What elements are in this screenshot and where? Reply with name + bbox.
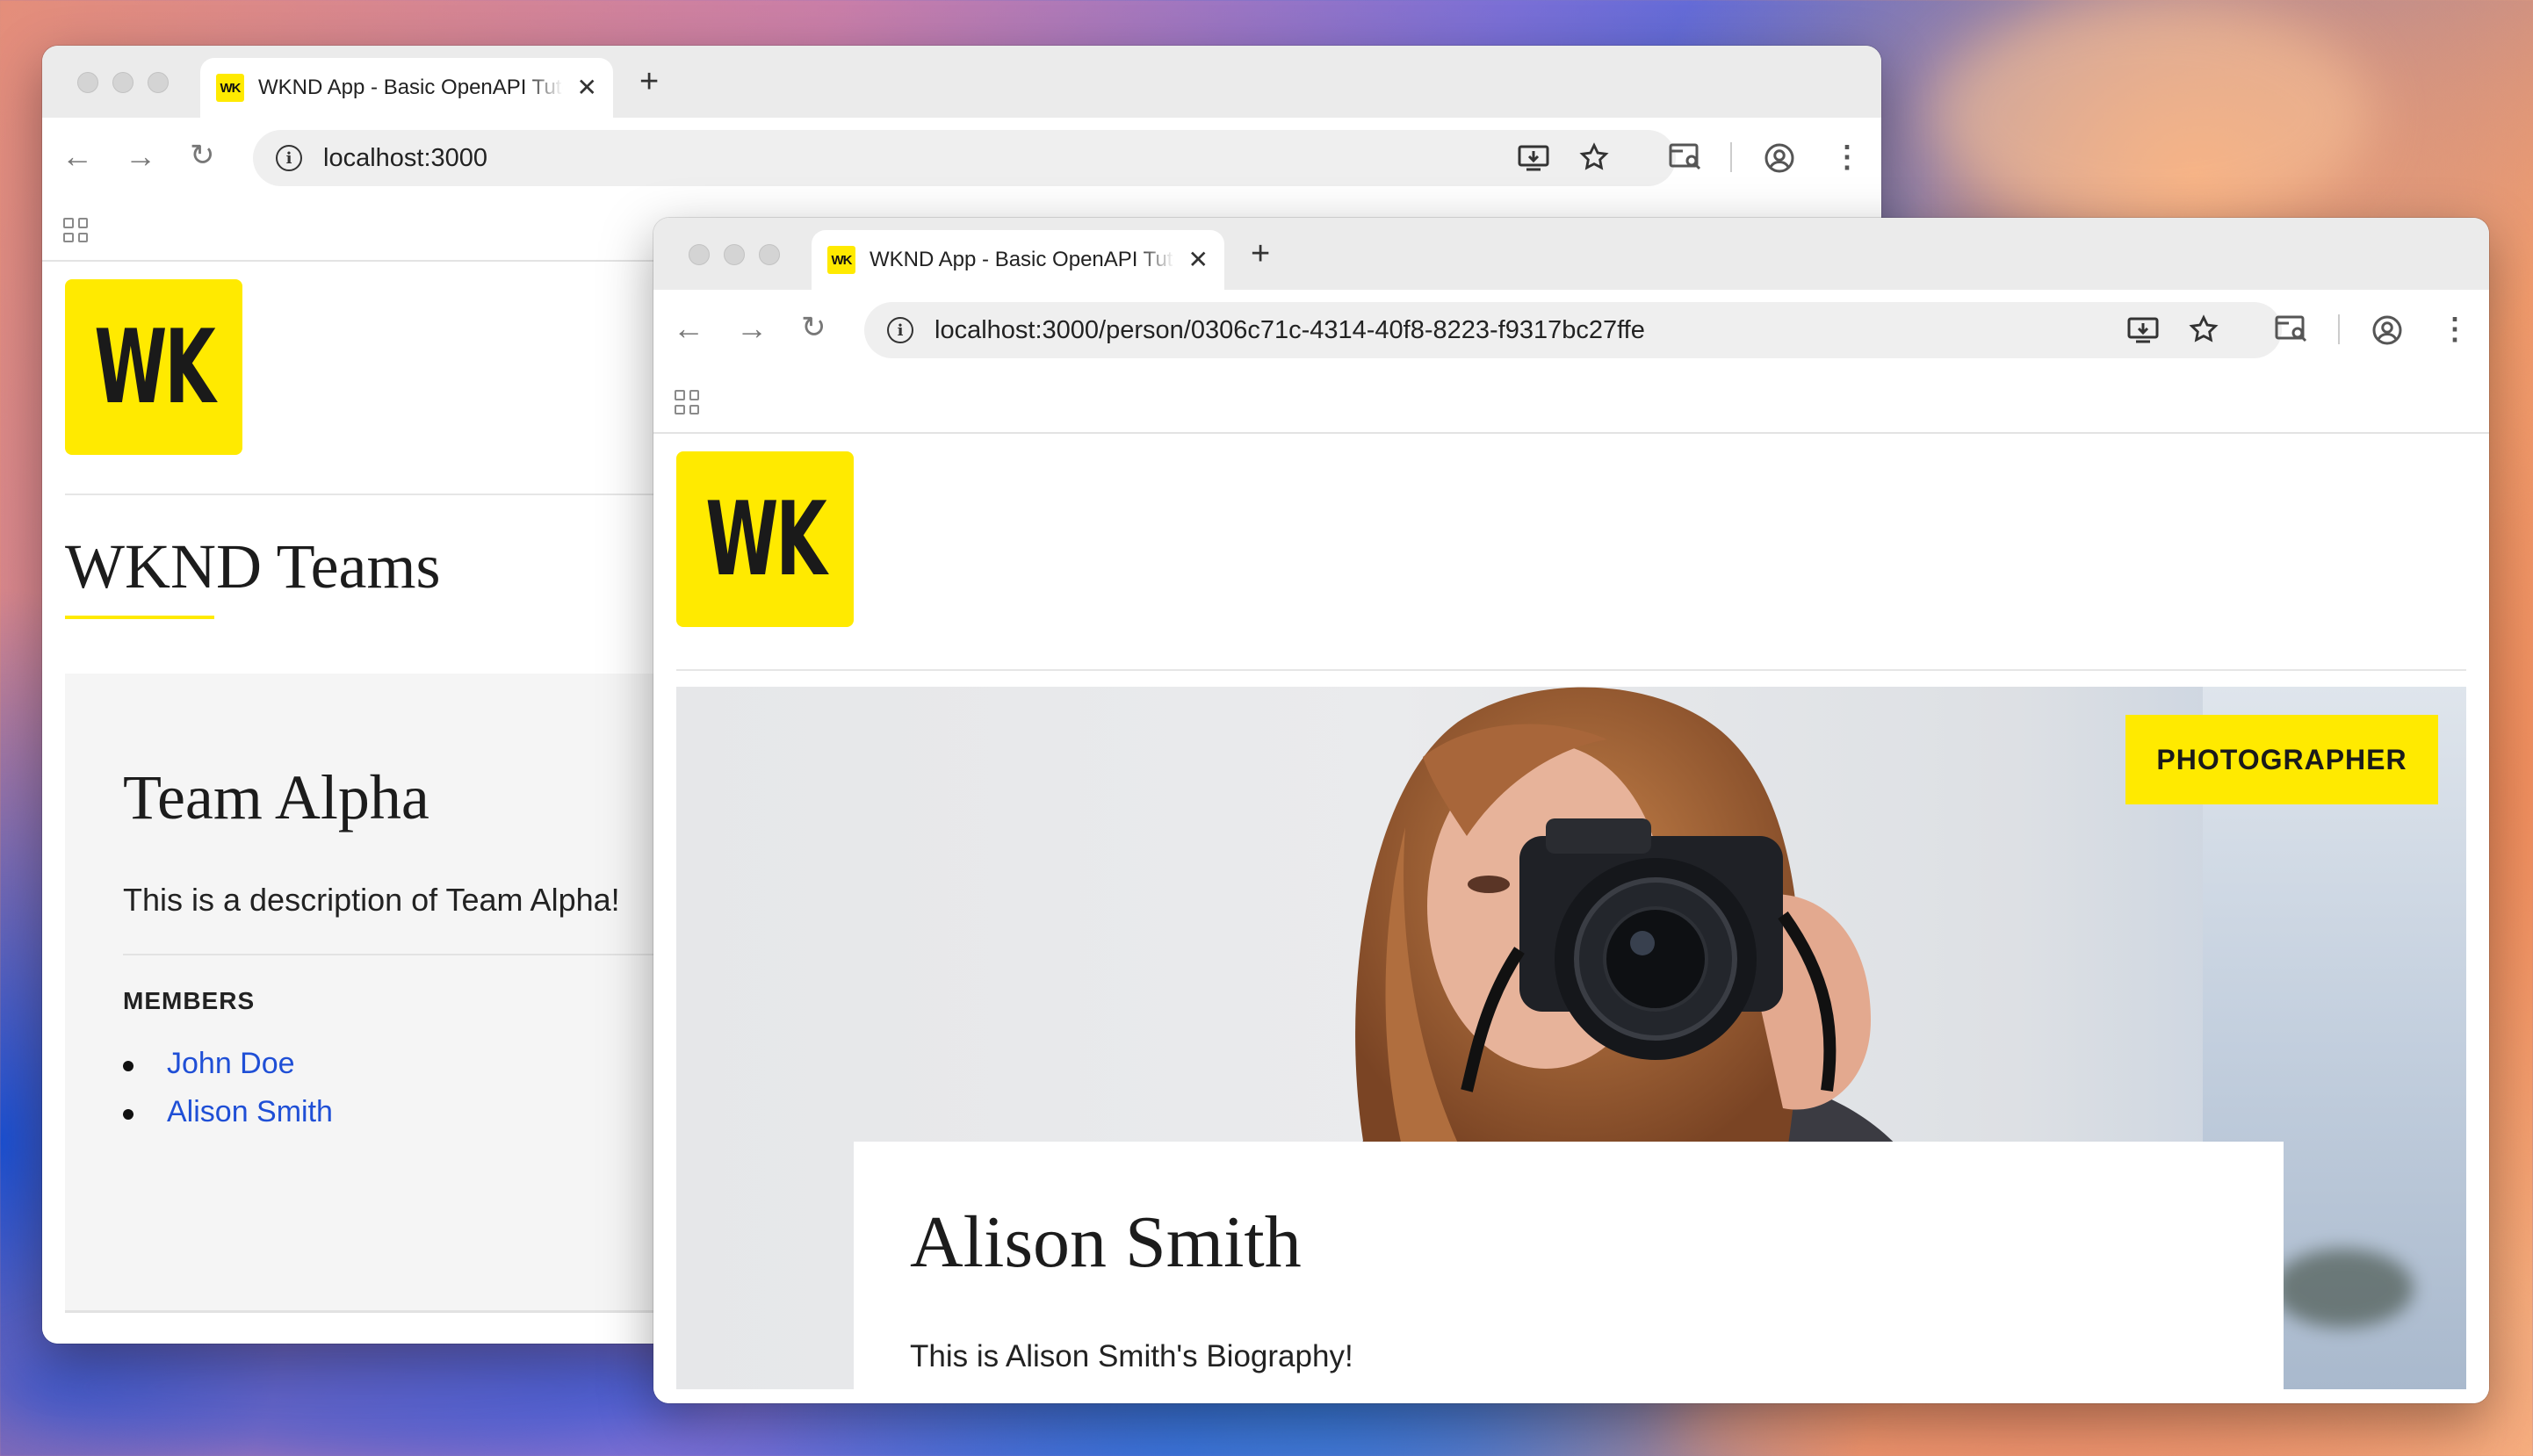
- plus-icon[interactable]: +: [1251, 237, 1270, 270]
- profile-icon[interactable]: [1764, 142, 1795, 178]
- person-biography: This is Alison Smith's Biography!: [910, 1339, 1353, 1373]
- install-app-icon[interactable]: [1518, 144, 1549, 177]
- toolbar-divider: [1730, 142, 1732, 172]
- star-icon[interactable]: [2189, 314, 2219, 349]
- browser-window-person[interactable]: WK WKND App - Basic OpenAPI Tutorial ✕ +…: [653, 218, 2489, 1403]
- apps-grid-icon[interactable]: [675, 390, 699, 414]
- kebab-menu-icon[interactable]: ⋮: [2440, 314, 2470, 344]
- tab-title: WKND App - Basic OpenAPI Tutorial: [258, 76, 563, 99]
- install-app-icon[interactable]: [2127, 316, 2159, 349]
- url-text[interactable]: localhost:3000/person/0306c71c-4314-40f8…: [935, 316, 1645, 345]
- reload-icon[interactable]: ↻: [190, 141, 215, 170]
- apps-grid-icon[interactable]: [63, 218, 88, 242]
- wknd-logo[interactable]: WK: [65, 279, 242, 455]
- person-page: WK PHOTOGRAPHER Alison Smith This is Ali…: [653, 434, 2489, 1403]
- plus-icon[interactable]: +: [639, 65, 659, 98]
- info-icon[interactable]: i: [887, 317, 913, 343]
- close-window-button[interactable]: [77, 72, 98, 93]
- occupation-badge: PHOTOGRAPHER: [2125, 715, 2438, 804]
- zoom-window-button[interactable]: [148, 72, 169, 93]
- tab-strip: WK WKND App - Basic OpenAPI Tutorial ✕ +: [653, 218, 2489, 290]
- wallpaper-streak: [1932, 0, 2371, 228]
- photographer-photo: [1335, 687, 1923, 1178]
- logo-text: WK: [705, 479, 826, 599]
- browser-tab[interactable]: WK WKND App - Basic OpenAPI Tutorial ✕: [200, 58, 613, 118]
- close-icon[interactable]: ✕: [1188, 248, 1209, 272]
- title-underline: [65, 616, 214, 619]
- browser-toolbar: ← → ↻ i localhost:3000 ⋮: [42, 118, 1881, 198]
- arrow-right-icon[interactable]: →: [125, 141, 156, 172]
- wknd-logo[interactable]: WK: [676, 451, 854, 627]
- address-bar[interactable]: i localhost:3000/person/0306c71c-4314-40…: [864, 302, 2282, 358]
- zoom-window-button[interactable]: [759, 244, 780, 265]
- browser-toolbar: ← → ↻ i localhost:3000/person/0306c71c-4…: [653, 290, 2489, 371]
- toolbar-divider: [2338, 314, 2340, 344]
- arrow-right-icon[interactable]: →: [736, 313, 768, 344]
- person-hero-image: PHOTOGRAPHER Alison Smith This is Alison…: [676, 687, 2466, 1389]
- minimize-window-button[interactable]: [724, 244, 745, 265]
- header-divider: [676, 669, 2466, 671]
- person-bio-card: Alison Smith This is Alison Smith's Biog…: [854, 1142, 2284, 1389]
- arrow-left-icon[interactable]: ←: [61, 141, 93, 172]
- close-window-button[interactable]: [689, 244, 710, 265]
- wknd-favicon-icon: WK: [216, 74, 244, 102]
- arrow-left-icon[interactable]: ←: [673, 313, 704, 344]
- window-controls: [77, 72, 169, 93]
- bookmarks-bar: [653, 371, 2489, 434]
- address-bar[interactable]: i localhost:3000: [253, 130, 1676, 186]
- url-text[interactable]: localhost:3000: [323, 144, 487, 173]
- window-controls: [689, 244, 780, 265]
- reload-icon[interactable]: ↻: [801, 313, 826, 342]
- profile-icon[interactable]: [2371, 314, 2403, 350]
- info-icon[interactable]: i: [276, 145, 302, 171]
- browser-tab[interactable]: WK WKND App - Basic OpenAPI Tutorial ✕: [812, 230, 1224, 290]
- tab-search-icon[interactable]: [2275, 314, 2308, 347]
- person-name: Alison Smith: [910, 1201, 1302, 1283]
- close-icon[interactable]: ✕: [577, 76, 597, 100]
- tab-title: WKND App - Basic OpenAPI Tutorial: [870, 248, 1174, 271]
- kebab-menu-icon[interactable]: ⋮: [1832, 142, 1862, 172]
- hero-background-blob: [2273, 1249, 2414, 1328]
- wknd-favicon-icon: WK: [827, 246, 855, 274]
- logo-text: WK: [94, 307, 215, 427]
- tab-strip: WK WKND App - Basic OpenAPI Tutorial ✕ +: [42, 46, 1881, 118]
- tab-search-icon[interactable]: [1669, 142, 1702, 175]
- star-icon[interactable]: [1579, 142, 1609, 177]
- minimize-window-button[interactable]: [112, 72, 134, 93]
